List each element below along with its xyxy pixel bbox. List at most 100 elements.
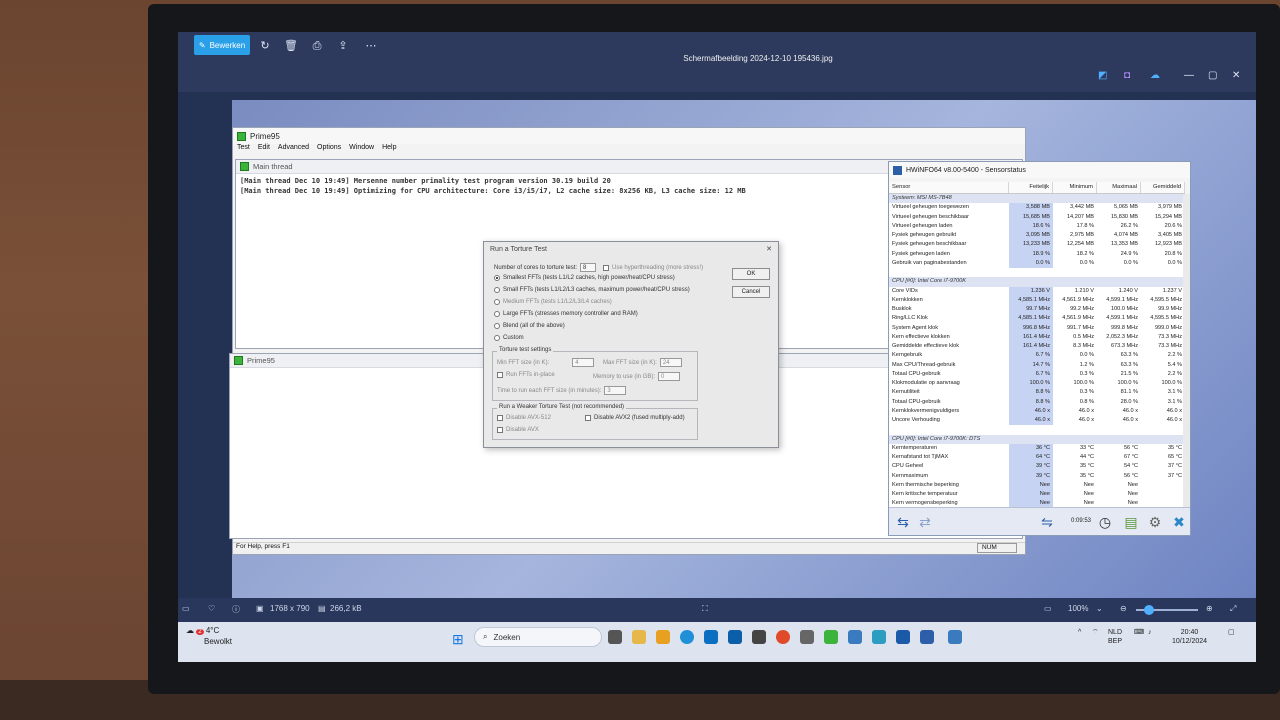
hyperthreading-checkbox[interactable]	[603, 264, 610, 271]
close-icon[interactable]: ✕	[1232, 70, 1240, 81]
sensor-row[interactable]: Fysiek geheugen beschikbaar 13,233 MB 12,2…	[889, 240, 1185, 250]
fullscreen-icon[interactable]: ⤢	[1230, 604, 1236, 614]
option-small[interactable]: Small FFTs (tests L1/L2/L3 caches, maxim…	[494, 287, 690, 293]
settings-icon[interactable]: ⚙	[1145, 512, 1165, 532]
filmstrip-icon[interactable]: ▭	[182, 604, 190, 613]
avx512-checkbox[interactable]	[497, 415, 503, 421]
hwinfo-taskbar-icon[interactable]	[920, 630, 934, 644]
sensor-row[interactable]: Gemiddelde effectieve klok 161.4 MHz 8.3 M…	[889, 342, 1185, 352]
sensor-row[interactable]: CPU Geheel 39 °C 35 °C 54 °C 37 °C	[889, 462, 1185, 472]
time-input[interactable]: 3	[604, 386, 627, 395]
input-language[interactable]: NLD BEP	[1108, 628, 1122, 646]
share-icon[interactable]: ⇪	[336, 39, 350, 53]
network-tray-icon[interactable]: ⌨	[1134, 628, 1144, 637]
rotate-icon[interactable]: ↻	[258, 39, 272, 53]
sensor-row[interactable]: Uncore Verhouding 46.0 x 46.0 x 46.0 x 46.0 …	[889, 416, 1185, 426]
sensor-row[interactable]: Kern thermische beperking Nee Nee Nee	[889, 480, 1185, 490]
network-icon[interactable]: ⇋	[1037, 512, 1057, 532]
volume-icon[interactable]: ♪	[1148, 628, 1152, 637]
wifi-icon[interactable]: ⌔	[1092, 628, 1099, 637]
tray-chevron-icon[interactable]: ^	[1078, 628, 1081, 637]
sensor-row[interactable]: Core VIDs 1.236 V 1.210 V 1.240 V 1.237 V	[889, 286, 1185, 296]
sensor-group-header[interactable]: CPU [#0]: Intel Core i7-9700K: DTS	[889, 434, 1185, 444]
print-icon[interactable]: ⎙	[310, 39, 324, 53]
edge-icon[interactable]	[680, 630, 694, 644]
clipchamp-icon[interactable]: ◘	[1124, 70, 1130, 81]
sensor-row[interactable]: Totaal CPU-gebruik 8.8 % 0.8 % 28.0 % 3.1 %	[889, 397, 1185, 407]
col-maximum[interactable]: Maximaal	[1097, 182, 1141, 193]
actual-size-icon[interactable]: ▭	[1044, 604, 1052, 613]
sensor-row[interactable]	[889, 268, 1185, 277]
cancel-button[interactable]: Cancel	[732, 286, 770, 298]
app-icon[interactable]	[872, 630, 886, 644]
sensor-group-header[interactable]: Systeem: MSI MS-7B48	[889, 194, 1185, 204]
outlook-icon[interactable]	[728, 630, 742, 644]
dialog-close-icon[interactable]: ✕	[766, 245, 772, 253]
notifications-icon[interactable]: ▢	[1228, 628, 1235, 637]
zoom-knob[interactable]	[1144, 605, 1154, 615]
radio[interactable]	[494, 335, 500, 341]
min-fft-input[interactable]: 4	[572, 358, 595, 367]
snipping-tool-icon[interactable]	[948, 630, 962, 644]
sensor-row[interactable]: Kerngebruik 6.7 % 0.0 % 63.3 % 2.2 %	[889, 351, 1185, 361]
calculator-icon[interactable]	[800, 630, 814, 644]
menu-window[interactable]: Window	[349, 144, 374, 156]
menu-options[interactable]: Options	[317, 144, 341, 156]
fit-screen-icon[interactable]: ⛶	[702, 604, 708, 614]
sensor-row[interactable]: Kern kritische temperatuur Nee Nee Nee	[889, 490, 1185, 500]
windows-start-icon[interactable]: ⊞	[452, 632, 466, 646]
avx2-checkbox[interactable]	[585, 415, 591, 421]
minimize-icon[interactable]: —	[1184, 70, 1194, 81]
sensor-row[interactable]: Kernutiliteit 8.8 % 0.3 % 81.1 % 3.1 %	[889, 388, 1185, 398]
zoom-slider[interactable]	[1136, 605, 1198, 615]
info-icon[interactable]: ⓘ	[232, 604, 240, 615]
sensor-row[interactable]: Virtueel geheugen toegewezen 3,588 MB 3,44…	[889, 203, 1185, 213]
radio[interactable]	[494, 323, 500, 329]
sensor-row[interactable]: Kernklokvermenigvuldigers 46.0 x 46.0 x 46.…	[889, 406, 1185, 416]
more-icon[interactable]: ⋯	[364, 39, 378, 53]
sensor-group-header[interactable]: CPU [#0]: Intel Core i7-9700K	[889, 277, 1185, 287]
radio[interactable]	[494, 311, 500, 317]
sensor-row[interactable]: System Agent klok 996.8 MHz 991.7 MHz 999.8…	[889, 323, 1185, 333]
menu-edit[interactable]: Edit	[258, 144, 270, 156]
cores-input[interactable]: 8	[580, 263, 597, 272]
sensor-row[interactable]: Fysiek geheugen gebruikt 3,095 MB 2,975 MB…	[889, 231, 1185, 241]
menu-advanced[interactable]: Advanced	[278, 144, 309, 156]
sensor-row[interactable]: Kernklokken 4,585.1 MHz 4,561.9 MHz 4,599.1…	[889, 295, 1185, 305]
sensor-row[interactable]: Busklok 99.7 MHz 99.2 MHz 100.0 MHz 99.9 MHz	[889, 305, 1185, 315]
sensor-row[interactable]: Virtueel geheugen laden 18.6 % 17.8 % 26.2 …	[889, 221, 1185, 231]
arrows-collapse-icon[interactable]: ⇄	[915, 512, 935, 532]
sensor-row[interactable]: Kernmaximum 39 °C 35 °C 56 °C 37 °C	[889, 471, 1185, 481]
onedrive-icon[interactable]: ☁	[1150, 70, 1160, 81]
sensor-row[interactable]: Virtueel geheugen beschikbaar 15,685 MB 14…	[889, 212, 1185, 222]
max-fft-input[interactable]: 24	[659, 358, 682, 367]
sensor-row[interactable]: Kerntemperaturen 36 °C 33 °C 56 °C 35 °C	[889, 443, 1185, 453]
option-smallest[interactable]: Smallest FFTs (tests L1/L2 caches, high …	[494, 275, 675, 281]
menu-test[interactable]: Test	[237, 144, 250, 156]
radio[interactable]	[494, 287, 500, 293]
col-current[interactable]: Feitelijk	[1009, 182, 1053, 193]
memory-input[interactable]: 0	[658, 372, 681, 381]
sensor-row[interactable]	[889, 425, 1185, 434]
option-medium[interactable]: Medium FFTs (tests L1/L2/L3/L4 caches)	[494, 299, 612, 305]
col-average[interactable]: Gemiddeld	[1141, 182, 1185, 193]
inplace-checkbox[interactable]	[497, 372, 503, 378]
sensor-row[interactable]: Max CPU/Thread-gebruik 14.7 % 1.2 % 63.3 % 5…	[889, 360, 1185, 370]
sensor-row[interactable]: Fysiek geheugen laden 18.9 % 18.2 % 24.9 % 2…	[889, 249, 1185, 259]
sensor-row[interactable]: Klokmodulatie op aanvraag 100.0 % 100.0 % 1…	[889, 379, 1185, 389]
option-blend[interactable]: Blend (all of the above)	[494, 323, 565, 329]
close-x-icon[interactable]: ✖	[1169, 512, 1189, 532]
sensor-row[interactable]: Kern effectieve klokken 161.4 MHz 0.5 MHz 2…	[889, 332, 1185, 342]
sensor-row[interactable]: Ring/LLC Klok 4,585.1 MHz 4,561.9 MHz 4,599…	[889, 314, 1185, 324]
zoom-dropdown-icon[interactable]: ⌄	[1096, 604, 1103, 613]
task-view-icon[interactable]	[608, 630, 622, 644]
chrome-icon[interactable]	[776, 630, 790, 644]
avx-checkbox[interactable]	[497, 427, 503, 433]
menu-help[interactable]: Help	[382, 144, 396, 156]
arrows-left-right-icon[interactable]: ⇆	[893, 512, 913, 532]
zoom-out-icon[interactable]: ⊖	[1120, 604, 1127, 613]
option-custom[interactable]: Custom	[494, 335, 524, 341]
sensor-row[interactable]: Kernafstand tot TjMAX 64 °C 44 °C 67 °C 65 °…	[889, 453, 1185, 463]
widgets-icon[interactable]	[632, 630, 646, 644]
radio-selected[interactable]	[494, 275, 500, 281]
